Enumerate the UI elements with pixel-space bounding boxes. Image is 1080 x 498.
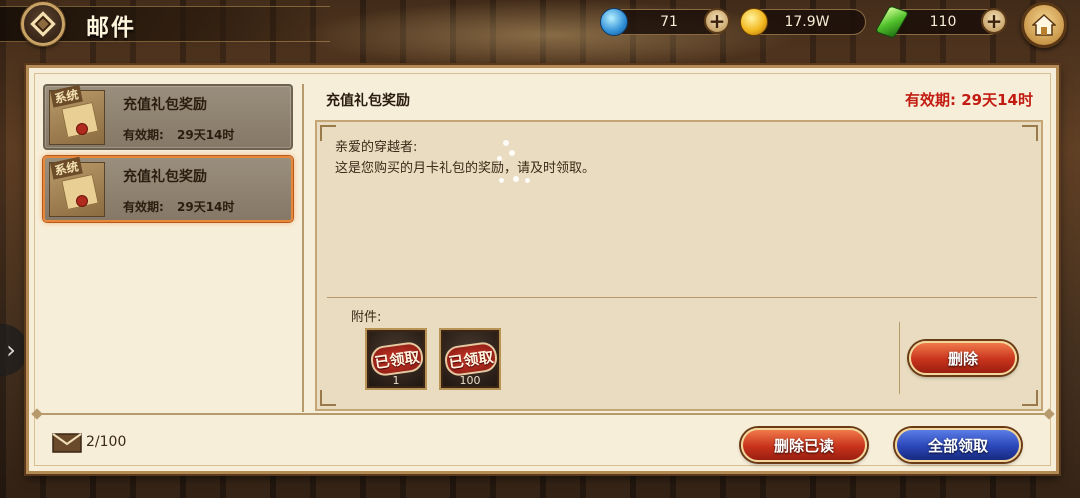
attachment-item[interactable]: 已领取 100 <box>439 328 501 390</box>
wax-seal-icon <box>76 195 88 207</box>
footer-divider <box>35 413 1051 415</box>
back-button[interactable] <box>21 2 65 46</box>
mail-item-title: 充值礼包奖励 <box>123 97 207 113</box>
mail-detail-expiry: 有效期: 29天14时 <box>905 91 1033 109</box>
top-bar: 邮件 71 + 17.9W 110 + <box>0 0 1080 50</box>
home-button[interactable] <box>1021 2 1067 48</box>
home-icon <box>1032 14 1056 36</box>
mail-thumbnail: 系统 <box>49 84 105 145</box>
mail-item-expiry-label: 有效期: <box>123 200 164 214</box>
mail-greeting: 亲爱的穿越者: <box>335 140 418 155</box>
corner-ornament <box>1022 390 1038 406</box>
claimed-stamp: 已领取 <box>369 340 425 378</box>
loading-spinner-icon <box>497 140 533 188</box>
mail-count: 2/100 <box>86 434 127 450</box>
attachment-vertical-divider <box>899 322 900 394</box>
shell-icon <box>600 8 628 36</box>
mail-panel: 系统 充值礼包奖励 有效期: 29天14时 系统 充值礼包奖励 有效期: 29天… <box>26 65 1059 474</box>
gem-count: 110 <box>929 14 957 30</box>
add-shell-button[interactable]: + <box>704 8 730 34</box>
mail-detail-title: 充值礼包奖励 <box>326 93 410 109</box>
mail-list: 系统 充值礼包奖励 有效期: 29天14时 系统 充值礼包奖励 有效期: 29天… <box>43 84 295 228</box>
attachment-divider <box>327 297 1037 298</box>
delete-button[interactable]: 删除 <box>909 341 1017 375</box>
gold-coin-icon <box>740 8 768 36</box>
mail-list-item[interactable]: 系统 充值礼包奖励 有效期: 29天14时 <box>43 84 293 150</box>
envelope-count-icon <box>52 433 82 453</box>
wax-seal-icon <box>76 123 88 135</box>
mail-content-box: 亲爱的穿越者: 这是您购买的月卡礼包的奖励，请及时领取。 附件: 已领取 1 已… <box>315 120 1043 411</box>
page-title: 邮件 <box>86 15 136 41</box>
delete-read-button[interactable]: 删除已读 <box>741 428 867 462</box>
green-gem-icon <box>874 5 910 39</box>
mail-thumbnail: 系统 <box>49 156 105 217</box>
list-divider <box>302 84 304 412</box>
corner-ornament <box>1022 125 1038 141</box>
attachment-count: 1 <box>392 374 400 387</box>
mail-list-item-selected[interactable]: 系统 充值礼包奖励 有效期: 29天14时 <box>43 156 293 222</box>
claimed-stamp: 已领取 <box>443 340 499 378</box>
mail-item-expiry-value: 29天14时 <box>177 128 235 142</box>
mail-item-title: 充值礼包奖励 <box>123 169 207 185</box>
shell-count: 71 <box>660 14 678 30</box>
gold-count: 17.9W <box>784 14 830 30</box>
attachment-item[interactable]: 已领取 1 <box>365 328 427 390</box>
mail-item-expiry-value: 29天14时 <box>177 200 235 214</box>
attachment-count: 100 <box>459 374 481 387</box>
attachments-label: 附件: <box>351 310 382 325</box>
add-gem-button[interactable]: + <box>981 8 1007 34</box>
claim-all-button[interactable]: 全部领取 <box>895 428 1021 462</box>
back-diamond-icon <box>30 11 56 37</box>
corner-ornament <box>320 390 336 406</box>
mail-item-expiry-label: 有效期: <box>123 128 164 142</box>
mail-body-text: 这是您购买的月卡礼包的奖励，请及时领取。 <box>335 161 596 176</box>
corner-ornament <box>320 125 336 141</box>
chevron-right-icon: › <box>6 336 16 364</box>
